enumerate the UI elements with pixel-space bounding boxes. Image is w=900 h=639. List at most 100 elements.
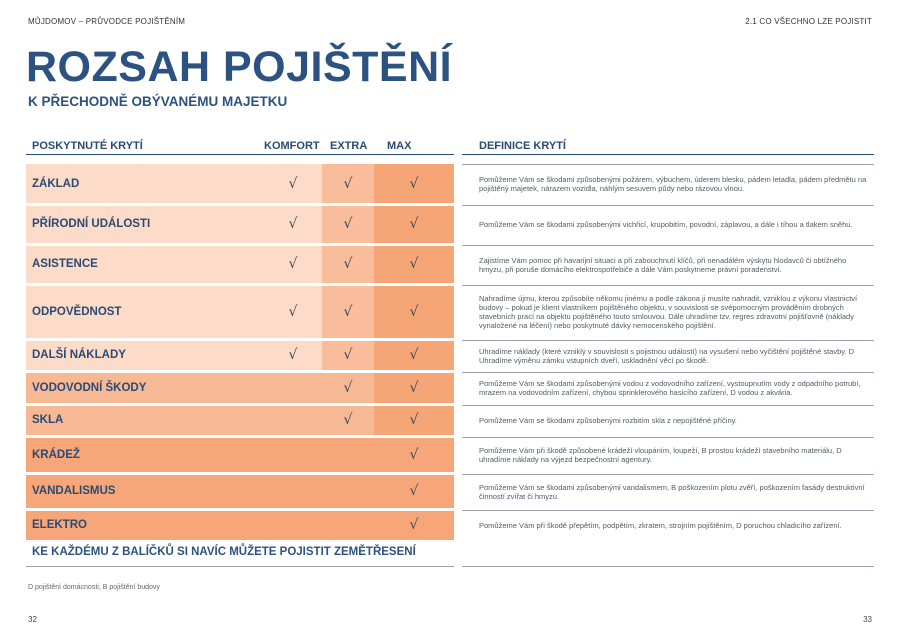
tier-cell-extra xyxy=(322,437,374,472)
tier-cell-komfort: √ xyxy=(264,285,322,338)
tier-cell-extra xyxy=(322,510,374,540)
checkmark-icon: √ xyxy=(409,517,419,533)
coverage-definition-text: Uhradíme náklady (které vzniklý v souvis… xyxy=(479,346,855,365)
coverage-definition: Pomůžeme Vám se škodami způsobenými vand… xyxy=(462,474,874,508)
tier-cell-komfort: √ xyxy=(264,340,322,370)
checkmark-icon: √ xyxy=(409,256,419,272)
row-separator xyxy=(26,404,454,406)
row-separator xyxy=(26,284,454,286)
coverage-definition: Nahradíme újmu, kterou způsobíte někomu … xyxy=(462,285,874,338)
checkmark-icon: √ xyxy=(409,347,419,363)
earthquake-note: KE KAŽDÉMU Z BALÍČKŮ SI NAVÍC MŮŽETE POJ… xyxy=(32,546,416,558)
tier-cell-extra: √ xyxy=(322,340,374,370)
tier-cell-max: √ xyxy=(374,437,454,472)
legend-note: D pojištění domácnosti, B pojištění budo… xyxy=(28,584,160,591)
column-header-extra: EXTRA xyxy=(330,140,368,152)
tier-cell-extra: √ xyxy=(322,372,374,403)
tier-cell-extra xyxy=(322,474,374,508)
column-header-definition: DEFINICE KRYTÍ xyxy=(479,140,566,152)
checkmark-icon: √ xyxy=(409,175,419,192)
tier-cell-extra: √ xyxy=(322,164,374,203)
tier-cell-extra: √ xyxy=(322,285,374,338)
footer-rule-left xyxy=(26,566,454,567)
table-row: VANDALISMUS √ Pomůžeme Vám se škodami způs… xyxy=(0,474,900,508)
checkmark-icon: √ xyxy=(343,256,353,272)
checkmark-icon: √ xyxy=(409,379,419,396)
checkmark-icon: √ xyxy=(343,303,353,320)
page-subtitle: K PŘECHODNĚ OBÝVANÉMU MAJETKU xyxy=(28,94,288,109)
header-rule-left xyxy=(26,154,454,155)
coverage-definition-text: Pomůžeme Vám se škodami způsobenými požá… xyxy=(479,175,867,193)
tier-cell-max: √ xyxy=(374,372,454,403)
header-rule-right xyxy=(462,154,874,155)
page-title: ROZSAH POJIŠTĚNÍ xyxy=(26,43,453,91)
row-separator xyxy=(26,371,454,373)
coverage-definition-text: Pomůžeme Vám při škodě přepětím, podpětí… xyxy=(479,521,842,530)
coverage-definition: Pomůžeme Vám se škodami způsobenými rozb… xyxy=(462,405,874,435)
tier-cell-komfort xyxy=(264,510,322,540)
coverage-definition-text: Pomůžeme Vám se škodami způsobenými rozb… xyxy=(479,416,737,425)
coverage-definition: Pomůžeme Vám se škodami způsobenými vodo… xyxy=(462,372,874,403)
tier-cell-komfort xyxy=(264,405,322,435)
running-header-left: MŮJDOMOV – PRŮVODCE POJIŠTĚNÍM xyxy=(28,17,186,26)
tier-cell-extra: √ xyxy=(322,245,374,283)
coverage-definition-text: Pomůžeme Vám se škodami způsobenými vand… xyxy=(479,482,865,501)
coverage-definition-text: Pomůžeme Vám se škodami způsobenými vich… xyxy=(479,220,853,229)
checkmark-icon: √ xyxy=(288,347,298,363)
coverage-definition-text: Pomůžeme Vám při škodě způsobené krádeží… xyxy=(479,446,842,464)
column-header-max: MAX xyxy=(387,140,412,152)
tier-cell-extra: √ xyxy=(322,205,374,243)
table-row: ODPOVĚDNOST √ √ √ Nahradíme újmu, kterou způ… xyxy=(0,285,900,338)
checkmark-icon: √ xyxy=(343,412,353,428)
checkmark-icon: √ xyxy=(409,483,419,499)
column-header-komfort: KOMFORT xyxy=(264,140,320,152)
page-number-left: 32 xyxy=(28,615,37,624)
table-row: SKLA √ √ Pomůžeme Vám se škodami způsobeným… xyxy=(0,405,900,435)
tier-cell-max: √ xyxy=(374,510,454,540)
row-separator xyxy=(26,473,454,475)
column-header-coverage: POSKYTNUTÉ KRYTÍ xyxy=(32,140,143,152)
tier-cell-max: √ xyxy=(374,285,454,338)
footer-rule-right xyxy=(462,566,874,567)
coverage-definition: Uhradíme náklady (které vzniklý v souvis… xyxy=(462,340,874,370)
table-row: DALŠÍ NÁKLADY √ √ √ Uhradíme náklady (které … xyxy=(0,340,900,370)
page-number-right: 33 xyxy=(863,615,872,624)
coverage-definition: Pomůžeme Vám se škodami způsobenými vich… xyxy=(462,205,874,243)
tier-cell-max: √ xyxy=(374,205,454,243)
coverage-definition-text: Zajistíme Vám pomoc při havarijní situac… xyxy=(479,255,847,274)
tier-cell-max: √ xyxy=(374,340,454,370)
checkmark-icon: √ xyxy=(409,216,419,232)
tier-cell-komfort xyxy=(264,474,322,508)
running-header-right: 2.1 CO VŠECHNO LZE POJISTIT xyxy=(745,17,872,26)
checkmark-icon: √ xyxy=(409,446,419,463)
tier-cell-extra: √ xyxy=(322,405,374,435)
tier-cell-max: √ xyxy=(374,245,454,283)
coverage-definition: Pomůžeme Vám při škodě přepětím, podpětí… xyxy=(462,510,874,540)
checkmark-icon: √ xyxy=(288,303,298,320)
checkmark-icon: √ xyxy=(343,379,353,396)
coverage-definition-text: Pomůžeme Vám se škodami způsobenými vodo… xyxy=(479,379,861,397)
tier-cell-komfort: √ xyxy=(264,205,322,243)
row-separator xyxy=(26,339,454,341)
table-row: VODOVODNÍ ŠKODY √ √ Pomůžeme Vám se škodami… xyxy=(0,372,900,403)
checkmark-icon: √ xyxy=(288,256,298,272)
tier-cell-komfort: √ xyxy=(264,245,322,283)
table-row: ASISTENCE √ √ √ Zajistíme Vám pomoc při hava… xyxy=(0,245,900,283)
row-separator xyxy=(26,204,454,206)
tier-cell-komfort xyxy=(264,437,322,472)
table-row: PŘÍRODNÍ UDÁLOSTI √ √ √ Pomůžeme Vám se škod… xyxy=(0,205,900,243)
coverage-definition-text: Nahradíme újmu, kterou způsobíte někomu … xyxy=(479,294,858,330)
tier-cell-komfort xyxy=(264,372,322,403)
checkmark-icon: √ xyxy=(343,347,353,363)
table-row: ZÁKLAD √ √ √ Pomůžeme Vám se škodami způsobe… xyxy=(0,164,900,203)
table-row: KRÁDEŽ √ Pomůžeme Vám při škodě způsobené … xyxy=(0,437,900,472)
coverage-definition: Pomůžeme Vám se škodami způsobenými požá… xyxy=(462,164,874,203)
checkmark-icon: √ xyxy=(343,216,353,232)
table-row: ELEKTRO √ Pomůžeme Vám při škodě přepětím,… xyxy=(0,510,900,540)
checkmark-icon: √ xyxy=(409,412,419,428)
checkmark-icon: √ xyxy=(288,216,298,232)
checkmark-icon: √ xyxy=(343,175,353,192)
checkmark-icon: √ xyxy=(409,303,419,320)
tier-cell-max: √ xyxy=(374,405,454,435)
tier-cell-max: √ xyxy=(374,164,454,203)
